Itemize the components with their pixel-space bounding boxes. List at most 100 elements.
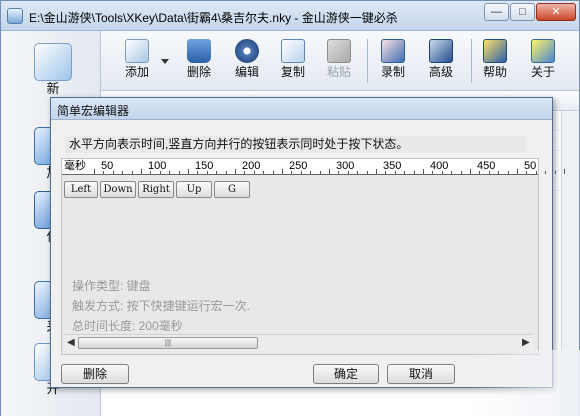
scroll-right-icon[interactable]: ▶ [522,337,530,348]
key-right[interactable]: Right [138,181,174,198]
simple-macro-editor-dialog: 简单宏编辑器 水平方向表示时间,竖直方向并行的按钮表示同时处于按下状态。 毫秒 … [50,97,565,388]
scroll-left-icon[interactable]: ◀ [67,337,75,348]
ruler-tick [235,169,236,174]
ruler-tick [244,171,246,174]
ruler-tick [291,171,293,174]
delete-button[interactable]: 删除 [177,35,221,87]
ruler-tick [347,171,349,174]
ruler-tick [451,171,453,174]
document-icon [34,43,72,81]
ruler-tick [479,171,481,174]
edit-button[interactable]: 编辑 [225,35,269,87]
ruler-tick [300,171,302,174]
cancel-button[interactable]: 取消 [387,364,455,384]
ruler-tick [526,171,528,174]
about-icon [531,39,555,63]
ruler-tick [423,169,424,174]
record-button[interactable]: 录制 [371,35,415,87]
toolbar-label: 帮助 [482,65,507,79]
ruler-tick [394,171,396,174]
record-icon [381,39,405,63]
window-title: E:\金山游侠\Tools\XKey\Data\街霸4\桑吉尔夫.nky - 金… [29,11,398,25]
about-button[interactable]: 关于 [521,35,565,87]
total-time: 总时间长度: 200毫秒 [72,319,183,333]
minimize-button[interactable]: — [484,3,509,21]
ruler-tick [131,171,133,174]
ruler-tick [535,171,537,174]
ruler-tick [488,171,490,174]
ruler-tick [263,171,265,174]
sidebar-item-new[interactable]: 新 [29,43,77,97]
maximize-button[interactable]: □ [510,3,535,21]
ruler-tick [94,169,95,174]
key-up[interactable]: Up [176,181,212,198]
ruler-tick [169,171,171,174]
ruler-tick [385,171,387,174]
ruler-tick [206,171,208,174]
copy-button[interactable]: 复制 [271,35,315,87]
ruler-tick [112,171,114,174]
ruler-unit: 毫秒 [64,160,86,172]
ruler-tick [507,171,509,174]
dialog-title: 简单宏编辑器 [57,104,130,118]
ruler-tick [188,169,189,174]
toolbar-label: 录制 [380,65,405,79]
toolbar-separator [471,39,472,83]
ruler-tick [253,171,255,174]
trash-icon [187,39,211,63]
ruler-tick [338,171,340,174]
timeline-horizontal-scrollbar[interactable]: ◀ ||| ▶ [64,334,534,351]
ruler-tick [564,169,565,174]
dialog-title-bar: 简单宏编辑器 [51,98,552,120]
book-icon [483,39,507,63]
toolbar-label: 复制 [280,65,305,79]
ruler-tick [498,171,500,174]
toolbar-label: 关于 [530,65,555,79]
ruler-tick [150,171,152,174]
timeline-panel[interactable]: 毫秒 50 100 150 200 250 300 350 400 450 50… [61,158,565,355]
hammer-icon [429,39,453,63]
ruler-tick [404,171,406,174]
ok-button[interactable]: 确定 [313,364,379,384]
ruler-tick [141,169,142,174]
ruler-tick [441,171,443,174]
add-button[interactable]: 添加 [115,35,159,87]
ruler-tick [366,171,368,174]
app-icon [7,8,23,24]
toolbar-label: 粘贴 [326,65,351,79]
dialog-hint: 水平方向表示时间,竖直方向并行的按钮表示同时处于按下状态。 [65,136,527,153]
advanced-button[interactable]: 高级 [419,35,463,87]
toolbar-label: 添加 [124,65,149,79]
operation-type: 操作类型: 键盘 [72,279,151,293]
toolbar-label: 删除 [186,65,211,79]
scroll-thumb[interactable]: ||| [78,337,258,349]
ruler-tick [460,171,462,174]
paste-button[interactable]: 粘贴 [317,35,361,87]
toolbar-separator [367,39,368,83]
copy-icon [281,39,305,63]
ruler-tick [432,171,434,174]
help-button[interactable]: 帮助 [473,35,517,87]
sidebar-item-label: 新 [46,81,60,96]
ruler-tick [197,171,199,174]
key-down[interactable]: Down [100,181,136,198]
ruler-tick [282,169,283,174]
ruler-tick [545,171,547,174]
delete-key-button[interactable]: 删除 [61,364,129,384]
add-dropdown-arrow-icon[interactable] [161,59,169,64]
toolbar: 添加 删除 编辑 复制 粘贴 录制 高级 帮助 关于 [101,31,579,91]
toolbar-label: 编辑 [234,65,259,79]
key-left[interactable]: Left [64,181,98,198]
key-g[interactable]: G [214,181,250,198]
ruler-tick [103,171,105,174]
ruler-tick [159,171,161,174]
ruler-tick [470,169,471,174]
ruler-tick [517,169,518,174]
ruler-tick [413,171,415,174]
toolbar-label: 高级 [428,65,453,79]
trigger-mode: 触发方式: 按下快捷键运行宏一次. [72,299,251,313]
ruler-tick [272,171,274,174]
ruler-tick [376,169,377,174]
time-ruler: 毫秒 50 100 150 200 250 300 350 400 450 50 [62,159,565,175]
close-button[interactable]: ✕ [536,3,576,21]
